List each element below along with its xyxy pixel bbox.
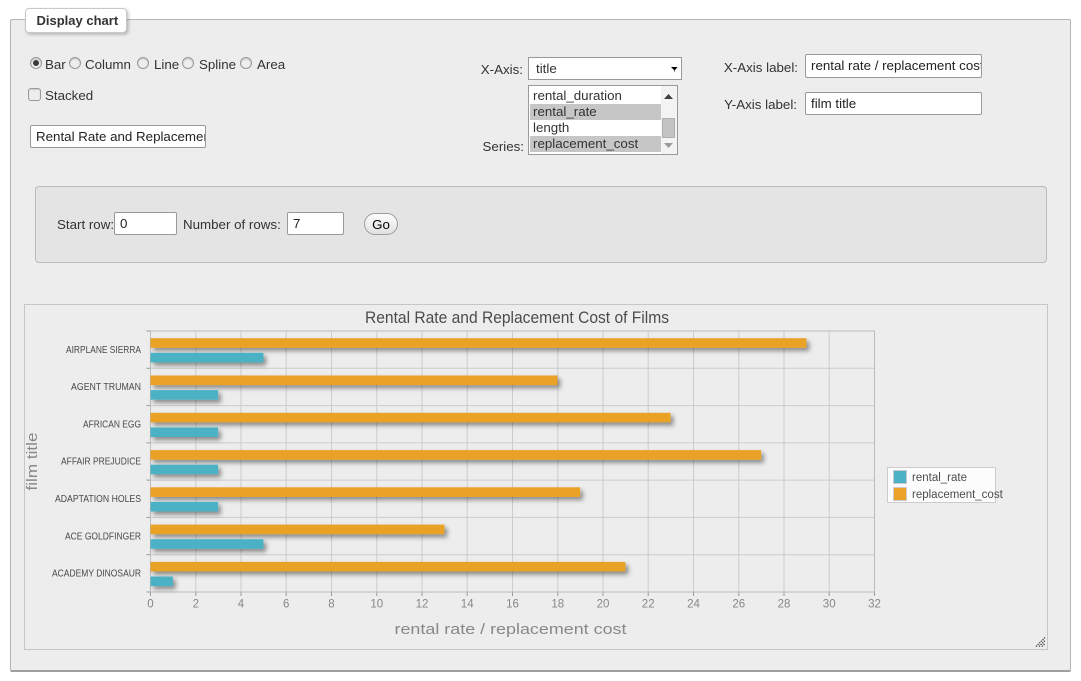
svg-text:6: 6 (283, 599, 289, 611)
svg-text:4: 4 (238, 599, 245, 611)
svg-text:AFFAIR PREJUDICE: AFFAIR PREJUDICE (61, 456, 141, 468)
svg-text:20: 20 (597, 599, 610, 611)
svg-text:16: 16 (506, 599, 519, 611)
svg-text:ACADEMY DINOSAUR: ACADEMY DINOSAUR (52, 568, 141, 580)
svg-text:rental_rate: rental_rate (912, 472, 967, 484)
svg-text:22: 22 (642, 599, 655, 611)
svg-text:30: 30 (823, 599, 836, 611)
svg-text:AFRICAN EGG: AFRICAN EGG (83, 418, 141, 430)
svg-text:film title: film title (24, 433, 41, 491)
svg-text:Rental Rate and Replacement Co: Rental Rate and Replacement Cost of Film… (365, 309, 669, 327)
svg-text:ADAPTATION HOLES: ADAPTATION HOLES (55, 493, 141, 505)
svg-text:ACE GOLDFINGER: ACE GOLDFINGER (65, 530, 141, 542)
svg-text:rental rate / replacement cost: rental rate / replacement cost (395, 621, 628, 638)
svg-text:26: 26 (732, 599, 745, 611)
svg-text:2: 2 (193, 599, 199, 611)
svg-text:AIRPLANE SIERRA: AIRPLANE SIERRA (66, 344, 141, 356)
svg-text:0: 0 (147, 599, 153, 611)
svg-text:replacement_cost: replacement_cost (912, 489, 1004, 501)
svg-text:10: 10 (370, 599, 383, 611)
svg-text:18: 18 (551, 599, 564, 611)
svg-text:28: 28 (778, 599, 791, 611)
svg-text:24: 24 (687, 599, 700, 611)
svg-text:14: 14 (461, 599, 474, 611)
svg-text:32: 32 (868, 599, 881, 611)
svg-text:AGENT TRUMAN: AGENT TRUMAN (71, 381, 141, 393)
svg-text:12: 12 (416, 599, 429, 611)
svg-text:8: 8 (328, 599, 334, 611)
